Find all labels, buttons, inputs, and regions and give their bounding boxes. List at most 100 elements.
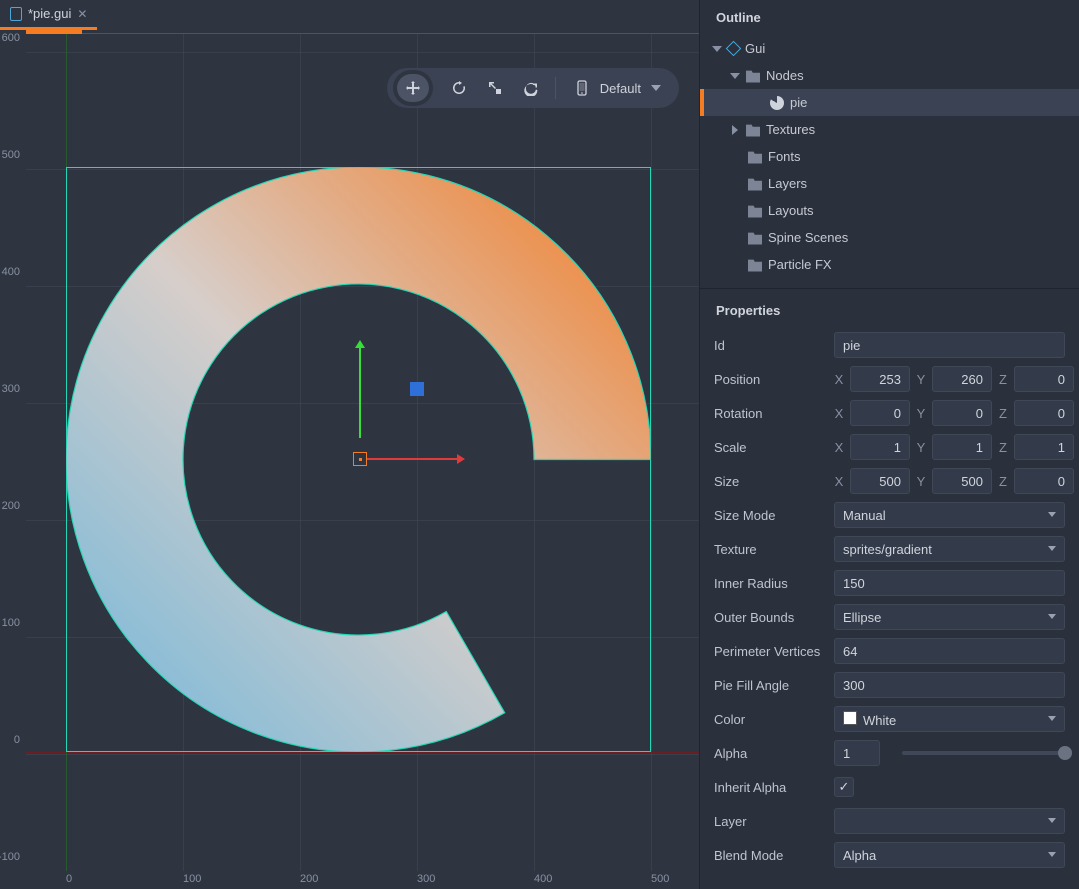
rotation-y-field[interactable] <box>932 400 992 426</box>
tree-row-spine-scenes[interactable]: Spine Scenes <box>700 224 1079 251</box>
id-field[interactable] <box>834 332 1065 358</box>
viewport-toolbar: Default <box>387 68 679 108</box>
side-pane: Outline Gui Nodes pie Textures Fonts Lay… <box>699 0 1079 889</box>
tab-title: *pie.gui <box>28 6 71 21</box>
scale-y-field[interactable] <box>932 434 992 460</box>
gizmo-origin-handle[interactable] <box>353 452 367 466</box>
chevron-down-icon <box>1048 614 1056 623</box>
size-x-field[interactable] <box>850 468 910 494</box>
tree-label: Particle FX <box>768 257 832 272</box>
pie-icon <box>770 96 784 110</box>
properties-title: Properties <box>700 293 1079 328</box>
layer-select[interactable] <box>834 808 1065 834</box>
outer-bounds-select[interactable]: Ellipse <box>834 604 1065 630</box>
color-swatch-icon <box>843 711 857 725</box>
size-y-field[interactable] <box>932 468 992 494</box>
disclosure-icon[interactable] <box>730 71 740 81</box>
tree-label: Layers <box>768 176 807 191</box>
tree-row-layers[interactable]: Layers <box>700 170 1079 197</box>
prop-label-rotation: Rotation <box>714 406 824 421</box>
chevron-down-icon <box>1048 716 1056 725</box>
prop-label-perimeter-vertices: Perimeter Vertices <box>714 644 824 659</box>
tree-row-layouts[interactable]: Layouts <box>700 197 1079 224</box>
prop-label-alpha: Alpha <box>714 746 824 761</box>
folder-icon <box>748 177 762 191</box>
prop-label-size-mode: Size Mode <box>714 508 824 523</box>
file-icon <box>10 7 22 21</box>
canvas-area[interactable]: 600 500 400 300 200 100 0 -100 <box>0 30 699 889</box>
tree-row-fonts[interactable]: Fonts <box>700 143 1079 170</box>
ruler-vertical-labels: 600 500 400 300 200 100 0 -100 <box>0 34 26 871</box>
refresh-button[interactable] <box>515 74 547 102</box>
position-z-field[interactable] <box>1014 366 1074 392</box>
color-select[interactable]: White <box>834 706 1065 732</box>
device-icon <box>574 80 590 96</box>
rotation-z-field[interactable] <box>1014 400 1074 426</box>
size-z-field[interactable] <box>1014 468 1074 494</box>
rotate-icon <box>451 80 467 96</box>
folder-icon <box>748 258 762 272</box>
prop-label-outer-bounds: Outer Bounds <box>714 610 824 625</box>
size-mode-select[interactable]: Manual <box>834 502 1065 528</box>
disclosure-icon[interactable] <box>712 44 722 54</box>
slider-thumb[interactable] <box>1058 746 1072 760</box>
tree-label: Textures <box>766 122 815 137</box>
prop-label-size: Size <box>714 474 824 489</box>
rotation-x-field[interactable] <box>850 400 910 426</box>
blend-mode-select[interactable]: Alpha <box>834 842 1065 868</box>
origin-axis-x <box>26 752 699 753</box>
folder-icon <box>746 69 760 83</box>
prop-label-blend-mode: Blend Mode <box>714 848 824 863</box>
folder-icon <box>746 123 760 137</box>
prop-label-id: Id <box>714 338 824 353</box>
canvas[interactable] <box>26 34 699 871</box>
scale-tool-button[interactable] <box>479 74 511 102</box>
tree-row-gui[interactable]: Gui <box>700 35 1079 62</box>
disclosure-icon[interactable] <box>730 125 740 135</box>
scale-handle[interactable] <box>410 382 424 396</box>
scale-z-field[interactable] <box>1014 434 1074 460</box>
outline-title: Outline <box>700 0 1079 35</box>
layout-dropdown[interactable]: Default <box>564 72 673 104</box>
pie-fill-angle-field[interactable] <box>834 672 1065 698</box>
position-y-field[interactable] <box>932 366 992 392</box>
alpha-slider[interactable] <box>902 751 1065 755</box>
tab-pie-gui[interactable]: *pie.gui ✕ <box>0 0 97 30</box>
prop-label-inherit-alpha: Inherit Alpha <box>714 780 824 795</box>
folder-icon <box>748 231 762 245</box>
layout-dropdown-label: Default <box>600 81 641 96</box>
close-icon[interactable]: ✕ <box>77 7 87 21</box>
tree-row-textures[interactable]: Textures <box>700 116 1079 143</box>
gizmo-axis-x[interactable] <box>367 458 462 460</box>
scale-icon <box>487 80 503 96</box>
outline-panel: Outline Gui Nodes pie Textures Fonts Lay… <box>700 0 1079 284</box>
tree-label: pie <box>790 95 807 110</box>
scale-x-field[interactable] <box>850 434 910 460</box>
move-icon <box>405 80 421 96</box>
prop-label-inner-radius: Inner Radius <box>714 576 824 591</box>
inner-radius-field[interactable] <box>834 570 1065 596</box>
ruler-horizontal-labels: 0 100 200 300 400 500 <box>26 871 699 889</box>
inherit-alpha-checkbox[interactable]: ✓ <box>834 777 854 797</box>
refresh-icon <box>523 80 539 96</box>
move-tool-button[interactable] <box>397 74 429 102</box>
tree-row-nodes[interactable]: Nodes <box>700 62 1079 89</box>
gizmo-axis-y[interactable] <box>359 343 361 438</box>
perimeter-vertices-field[interactable] <box>834 638 1065 664</box>
prop-label-color: Color <box>714 712 824 727</box>
prop-label-texture: Texture <box>714 542 824 557</box>
texture-select[interactable]: sprites/gradient <box>834 536 1065 562</box>
tree-row-particle-fx[interactable]: Particle FX <box>700 251 1079 278</box>
folder-icon <box>748 150 762 164</box>
tree-row-pie[interactable]: pie <box>700 89 1079 116</box>
tab-bar: *pie.gui ✕ <box>0 0 699 30</box>
prop-label-scale: Scale <box>714 440 824 455</box>
alpha-field[interactable] <box>834 740 880 766</box>
gui-icon <box>726 41 742 57</box>
rotate-tool-button[interactable] <box>443 74 475 102</box>
chevron-down-icon <box>1048 546 1056 555</box>
chevron-down-icon <box>1048 512 1056 521</box>
prop-label-position: Position <box>714 372 824 387</box>
position-x-field[interactable] <box>850 366 910 392</box>
prop-label-layer: Layer <box>714 814 824 829</box>
